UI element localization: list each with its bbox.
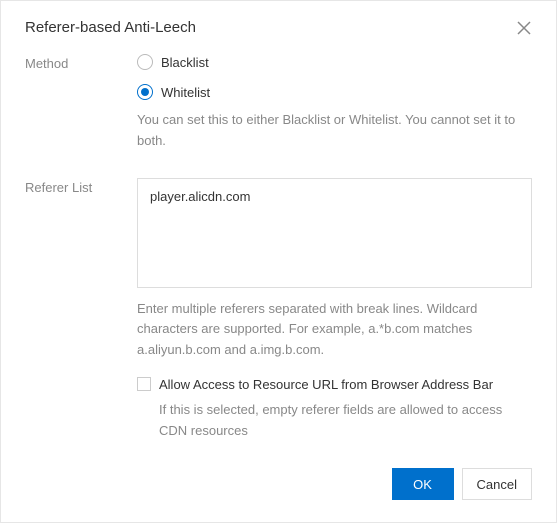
method-radio-whitelist[interactable]: Whitelist — [137, 84, 532, 100]
method-help-text: You can set this to either Blacklist or … — [137, 110, 532, 152]
close-icon[interactable] — [516, 20, 532, 36]
referer-list-label: Referer List — [25, 178, 137, 195]
modal: Referer-based Anti-Leech Method Blacklis… — [0, 0, 557, 523]
referer-list-input[interactable] — [137, 178, 532, 288]
method-radio-blacklist[interactable]: Blacklist — [137, 54, 532, 70]
allow-access-help: If this is selected, empty referer field… — [159, 400, 532, 442]
radio-label: Blacklist — [161, 55, 209, 70]
radio-icon — [137, 54, 153, 70]
modal-header: Referer-based Anti-Leech — [25, 1, 532, 54]
allow-access-checkbox[interactable]: Allow Access to Resource URL from Browse… — [137, 375, 532, 396]
allow-access-label: Allow Access to Resource URL from Browse… — [159, 375, 532, 396]
method-controls: Blacklist Whitelist You can set this to … — [137, 54, 532, 170]
method-row: Method Blacklist Whitelist You can set t… — [25, 54, 532, 170]
cancel-button[interactable]: Cancel — [462, 468, 532, 500]
referer-list-row: Referer List Enter multiple referers sep… — [25, 178, 532, 442]
modal-title: Referer-based Anti-Leech — [25, 19, 196, 36]
ok-button[interactable]: OK — [392, 468, 454, 500]
method-label: Method — [25, 54, 137, 71]
radio-icon — [137, 84, 153, 100]
radio-label: Whitelist — [161, 85, 210, 100]
checkbox-icon — [137, 377, 151, 391]
referer-list-controls: Enter multiple referers separated with b… — [137, 178, 532, 442]
modal-footer: OK Cancel — [392, 468, 532, 500]
referer-list-help: Enter multiple referers separated with b… — [137, 299, 532, 361]
